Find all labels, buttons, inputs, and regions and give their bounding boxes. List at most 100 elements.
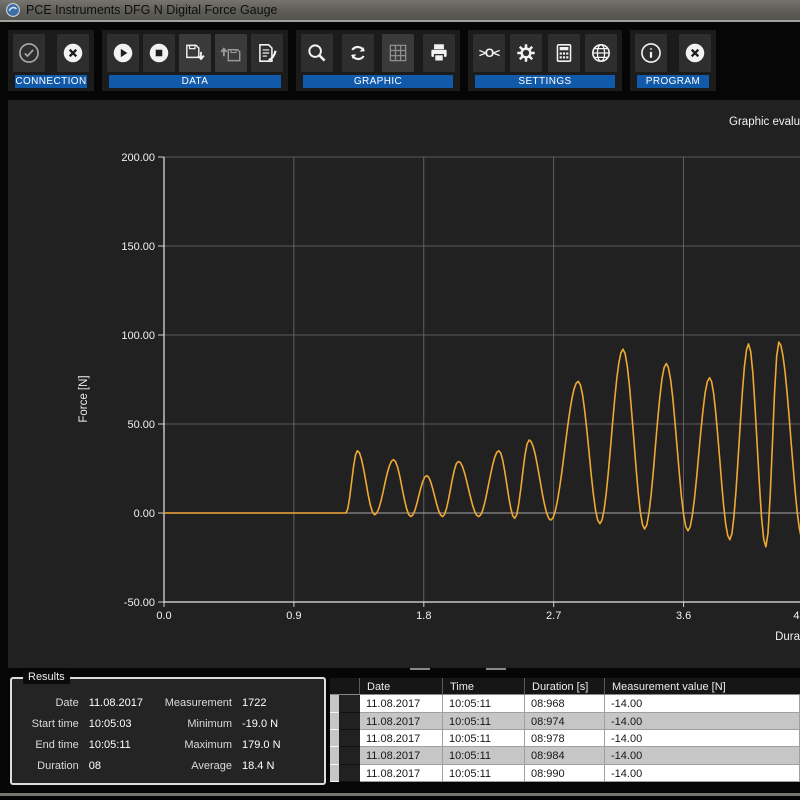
- result-value: 10:05:03: [89, 718, 165, 730]
- result-row: Start time10:05:03: [16, 713, 165, 734]
- table-row-header: [339, 678, 360, 695]
- table-cell[interactable]: 11.08.2017: [360, 695, 443, 712]
- result-label: Minimum: [165, 718, 242, 730]
- table-cell[interactable]: -14.00: [605, 765, 800, 782]
- y-tick-label: 0.00: [134, 508, 155, 520]
- force-curve: [164, 342, 800, 547]
- table-cell[interactable]: 11.08.2017: [360, 747, 443, 764]
- table-corner: [330, 678, 339, 695]
- measurement-table[interactable]: DateTimeDuration [s]Measurement value [N…: [330, 678, 800, 782]
- table-cell[interactable]: -14.00: [605, 747, 800, 764]
- table-cell[interactable]: 10:05:11: [443, 695, 525, 712]
- stop-measurement-button[interactable]: [143, 34, 175, 72]
- language-button[interactable]: [585, 34, 617, 72]
- toolbar-group-graphic: GRAPHIC: [296, 30, 460, 91]
- table-cell[interactable]: 10:05:11: [443, 765, 525, 782]
- result-row: End time10:05:11: [16, 734, 165, 755]
- row-header-cell[interactable]: [339, 765, 360, 782]
- row-selector-strip[interactable]: [330, 765, 339, 782]
- column-header-duration-s[interactable]: Duration [s]: [525, 678, 605, 695]
- toolbar-group-data: DATA: [102, 30, 288, 91]
- table-cell[interactable]: 10:05:11: [443, 713, 525, 730]
- table-cell[interactable]: 11.08.2017: [360, 713, 443, 730]
- y-axis-label: Force [N]: [78, 367, 90, 431]
- table-cell[interactable]: -14.00: [605, 695, 800, 712]
- column-header-time[interactable]: Time: [443, 678, 525, 695]
- result-value: 10:05:11: [89, 739, 165, 751]
- info-button[interactable]: [635, 34, 667, 72]
- table-cell[interactable]: 08:990: [525, 765, 605, 782]
- refresh-button[interactable]: [342, 34, 374, 72]
- column-header-measurement-value-n[interactable]: Measurement value [N]: [605, 678, 800, 695]
- row-selector-strip[interactable]: [330, 713, 339, 730]
- table-cell[interactable]: 10:05:11: [443, 730, 525, 747]
- titlebar[interactable]: PCE Instruments DFG N Digital Force Gaug…: [0, 0, 800, 22]
- connect-button[interactable]: [13, 34, 45, 72]
- row-header-cell[interactable]: [339, 730, 360, 747]
- result-value: 179.0 N: [242, 739, 318, 751]
- y-tick-label: 100.00: [121, 330, 155, 342]
- table-cell[interactable]: 08:968: [525, 695, 605, 712]
- report-button[interactable]: [251, 34, 283, 72]
- document-pen-icon: [255, 41, 279, 65]
- load-import-button[interactable]: [215, 34, 247, 72]
- splitter-handle[interactable]: [486, 668, 506, 670]
- toolbar-group-label: PROGRAM: [637, 75, 709, 88]
- toolbar: CONNECTION: [8, 30, 716, 91]
- splitter-handle[interactable]: [410, 668, 430, 670]
- table-cell[interactable]: 08:974: [525, 713, 605, 730]
- result-value: 08: [89, 760, 165, 772]
- row-header-cell[interactable]: [339, 713, 360, 730]
- toolbar-group-program: PROGRAM: [630, 30, 716, 91]
- table-cell[interactable]: 08:984: [525, 747, 605, 764]
- toolbar-group-label: DATA: [109, 75, 281, 88]
- row-selector-strip[interactable]: [330, 730, 339, 747]
- floppy-down-arrow-icon: [183, 41, 207, 65]
- result-row: Date11.08.2017: [16, 692, 165, 713]
- window-bottom-border: [0, 793, 800, 796]
- row-header-cell[interactable]: [339, 695, 360, 712]
- zoom-button[interactable]: [301, 34, 333, 72]
- disconnect-button[interactable]: [57, 34, 89, 72]
- table-cell[interactable]: 11.08.2017: [360, 765, 443, 782]
- toolbar-group-label: GRAPHIC: [303, 75, 453, 88]
- start-measurement-button[interactable]: [107, 34, 139, 72]
- toolbar-group-label: SETTINGS: [475, 75, 615, 88]
- exit-circle-icon: [683, 41, 707, 65]
- calculation-button[interactable]: [548, 34, 580, 72]
- grid-button[interactable]: [382, 34, 414, 72]
- result-label: Start time: [16, 718, 89, 730]
- row-selector-strip[interactable]: [330, 695, 339, 712]
- close-circle-icon: [61, 41, 85, 65]
- x-tick-label: 3.6: [676, 610, 691, 622]
- result-row: Duration08: [16, 755, 165, 776]
- results-left-column: Date11.08.2017Start time10:05:03End time…: [16, 692, 165, 776]
- gear-icon: [514, 41, 538, 65]
- force-line-chart[interactable]: 200.00150.00100.0050.000.00-50.000.00.91…: [8, 100, 800, 668]
- row-selector-strip[interactable]: [330, 747, 339, 764]
- print-button[interactable]: [423, 34, 455, 72]
- result-label: Duration: [16, 760, 89, 772]
- exit-button[interactable]: [679, 34, 711, 72]
- table-cell[interactable]: 10:05:11: [443, 747, 525, 764]
- info-circle-icon: [639, 41, 663, 65]
- connector-icon: >O<: [479, 46, 499, 60]
- row-header-cell[interactable]: [339, 747, 360, 764]
- chart-title: Graphic evalu: [729, 116, 800, 128]
- save-export-button[interactable]: [179, 34, 211, 72]
- table-cell[interactable]: 11.08.2017: [360, 730, 443, 747]
- x-tick-label: 2.7: [546, 610, 561, 622]
- result-value: 1722: [242, 697, 318, 709]
- toolbar-group-settings: >O<: [468, 30, 622, 91]
- x-tick-label: 1.8: [416, 610, 431, 622]
- device-settings-button[interactable]: [510, 34, 542, 72]
- table-cell[interactable]: -14.00: [605, 713, 800, 730]
- table-cell[interactable]: 08:978: [525, 730, 605, 747]
- result-value: -19.0 N: [242, 718, 318, 730]
- table-cell[interactable]: -14.00: [605, 730, 800, 747]
- stop-circle-icon: [147, 41, 171, 65]
- toolbar-group-label: CONNECTION: [15, 75, 87, 88]
- column-header-date[interactable]: Date: [360, 678, 443, 695]
- check-circle-icon: [17, 41, 41, 65]
- connection-settings-button[interactable]: >O<: [473, 34, 505, 72]
